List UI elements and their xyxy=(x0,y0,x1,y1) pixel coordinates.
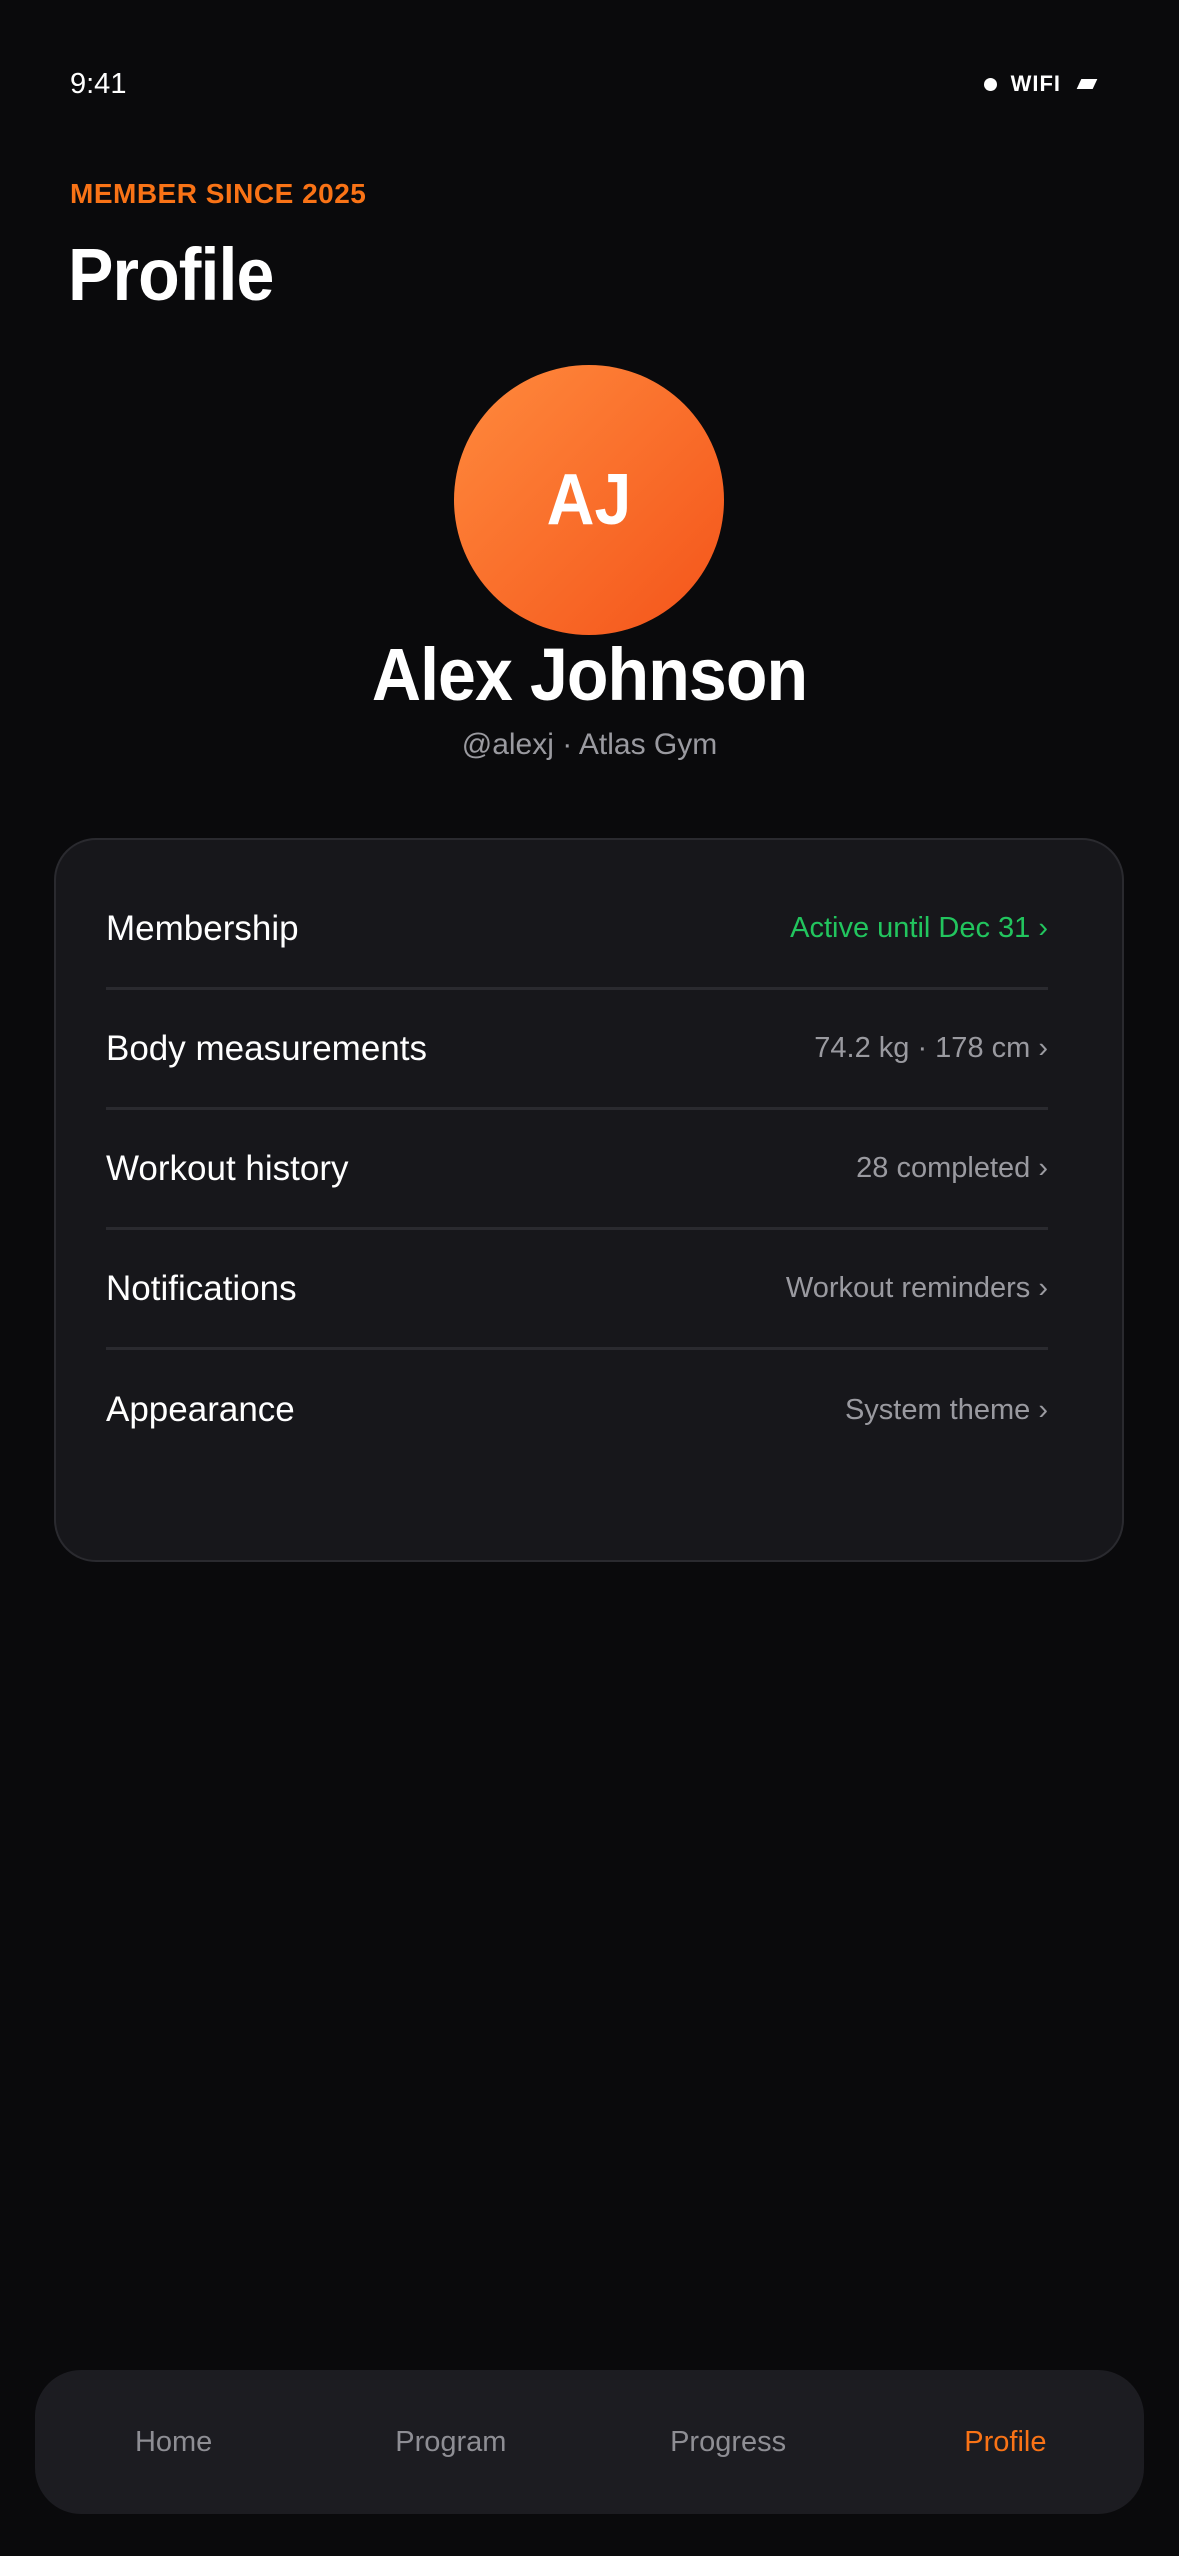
row-value: 28 completed › xyxy=(856,1152,1048,1184)
settings-row-workout-history[interactable]: Workout history 28 completed › xyxy=(106,1110,1048,1230)
row-label: Body measurements xyxy=(106,1028,427,1068)
battery-icon xyxy=(1076,79,1098,89)
user-handle-gym: @alexj · Atlas Gym xyxy=(461,728,718,761)
nav-item-home[interactable]: Home xyxy=(35,2426,312,2459)
row-label: Membership xyxy=(106,908,299,948)
profile-screen: 9:41 WIFI MEMBER SINCE 2025 Profile AJ A… xyxy=(0,0,1179,2556)
nav-item-program[interactable]: Program xyxy=(312,2426,589,2459)
nav-item-profile[interactable]: Profile xyxy=(867,2426,1144,2459)
row-label: Appearance xyxy=(106,1390,295,1429)
wifi-label: WIFI xyxy=(1010,71,1061,96)
signal-dot-icon xyxy=(983,77,997,91)
row-value: Active until Dec 31 › xyxy=(790,912,1048,944)
bottom-nav: Home Program Progress Profile xyxy=(35,2370,1144,2514)
settings-row-body-measurements[interactable]: Body measurements 74.2 kg · 178 cm › xyxy=(106,990,1048,1110)
status-indicators: WIFI xyxy=(983,71,1098,97)
settings-row-membership[interactable]: Membership Active until Dec 31 › xyxy=(106,870,1048,990)
status-time: 9:41 xyxy=(70,67,127,100)
row-label: Workout history xyxy=(106,1148,349,1188)
settings-row-notifications[interactable]: Notifications Workout reminders › xyxy=(106,1230,1048,1350)
status-bar: 9:41 WIFI xyxy=(70,64,1098,104)
avatar-initials: AJ xyxy=(546,460,632,540)
page-title: Profile xyxy=(68,233,274,316)
settings-row-appearance[interactable]: Appearance System theme › xyxy=(106,1350,1048,1470)
user-name: Alex Johnson xyxy=(371,633,808,716)
member-since-label: MEMBER SINCE 2025 xyxy=(70,178,367,209)
settings-card: Membership Active until Dec 31 › Body me… xyxy=(54,838,1124,1562)
row-value: 74.2 kg · 178 cm › xyxy=(814,1032,1048,1064)
nav-item-progress[interactable]: Progress xyxy=(590,2426,867,2459)
row-value: Workout reminders › xyxy=(785,1272,1048,1304)
row-value: System theme › xyxy=(844,1393,1048,1426)
avatar[interactable]: AJ xyxy=(454,365,724,635)
row-label: Notifications xyxy=(106,1268,297,1308)
